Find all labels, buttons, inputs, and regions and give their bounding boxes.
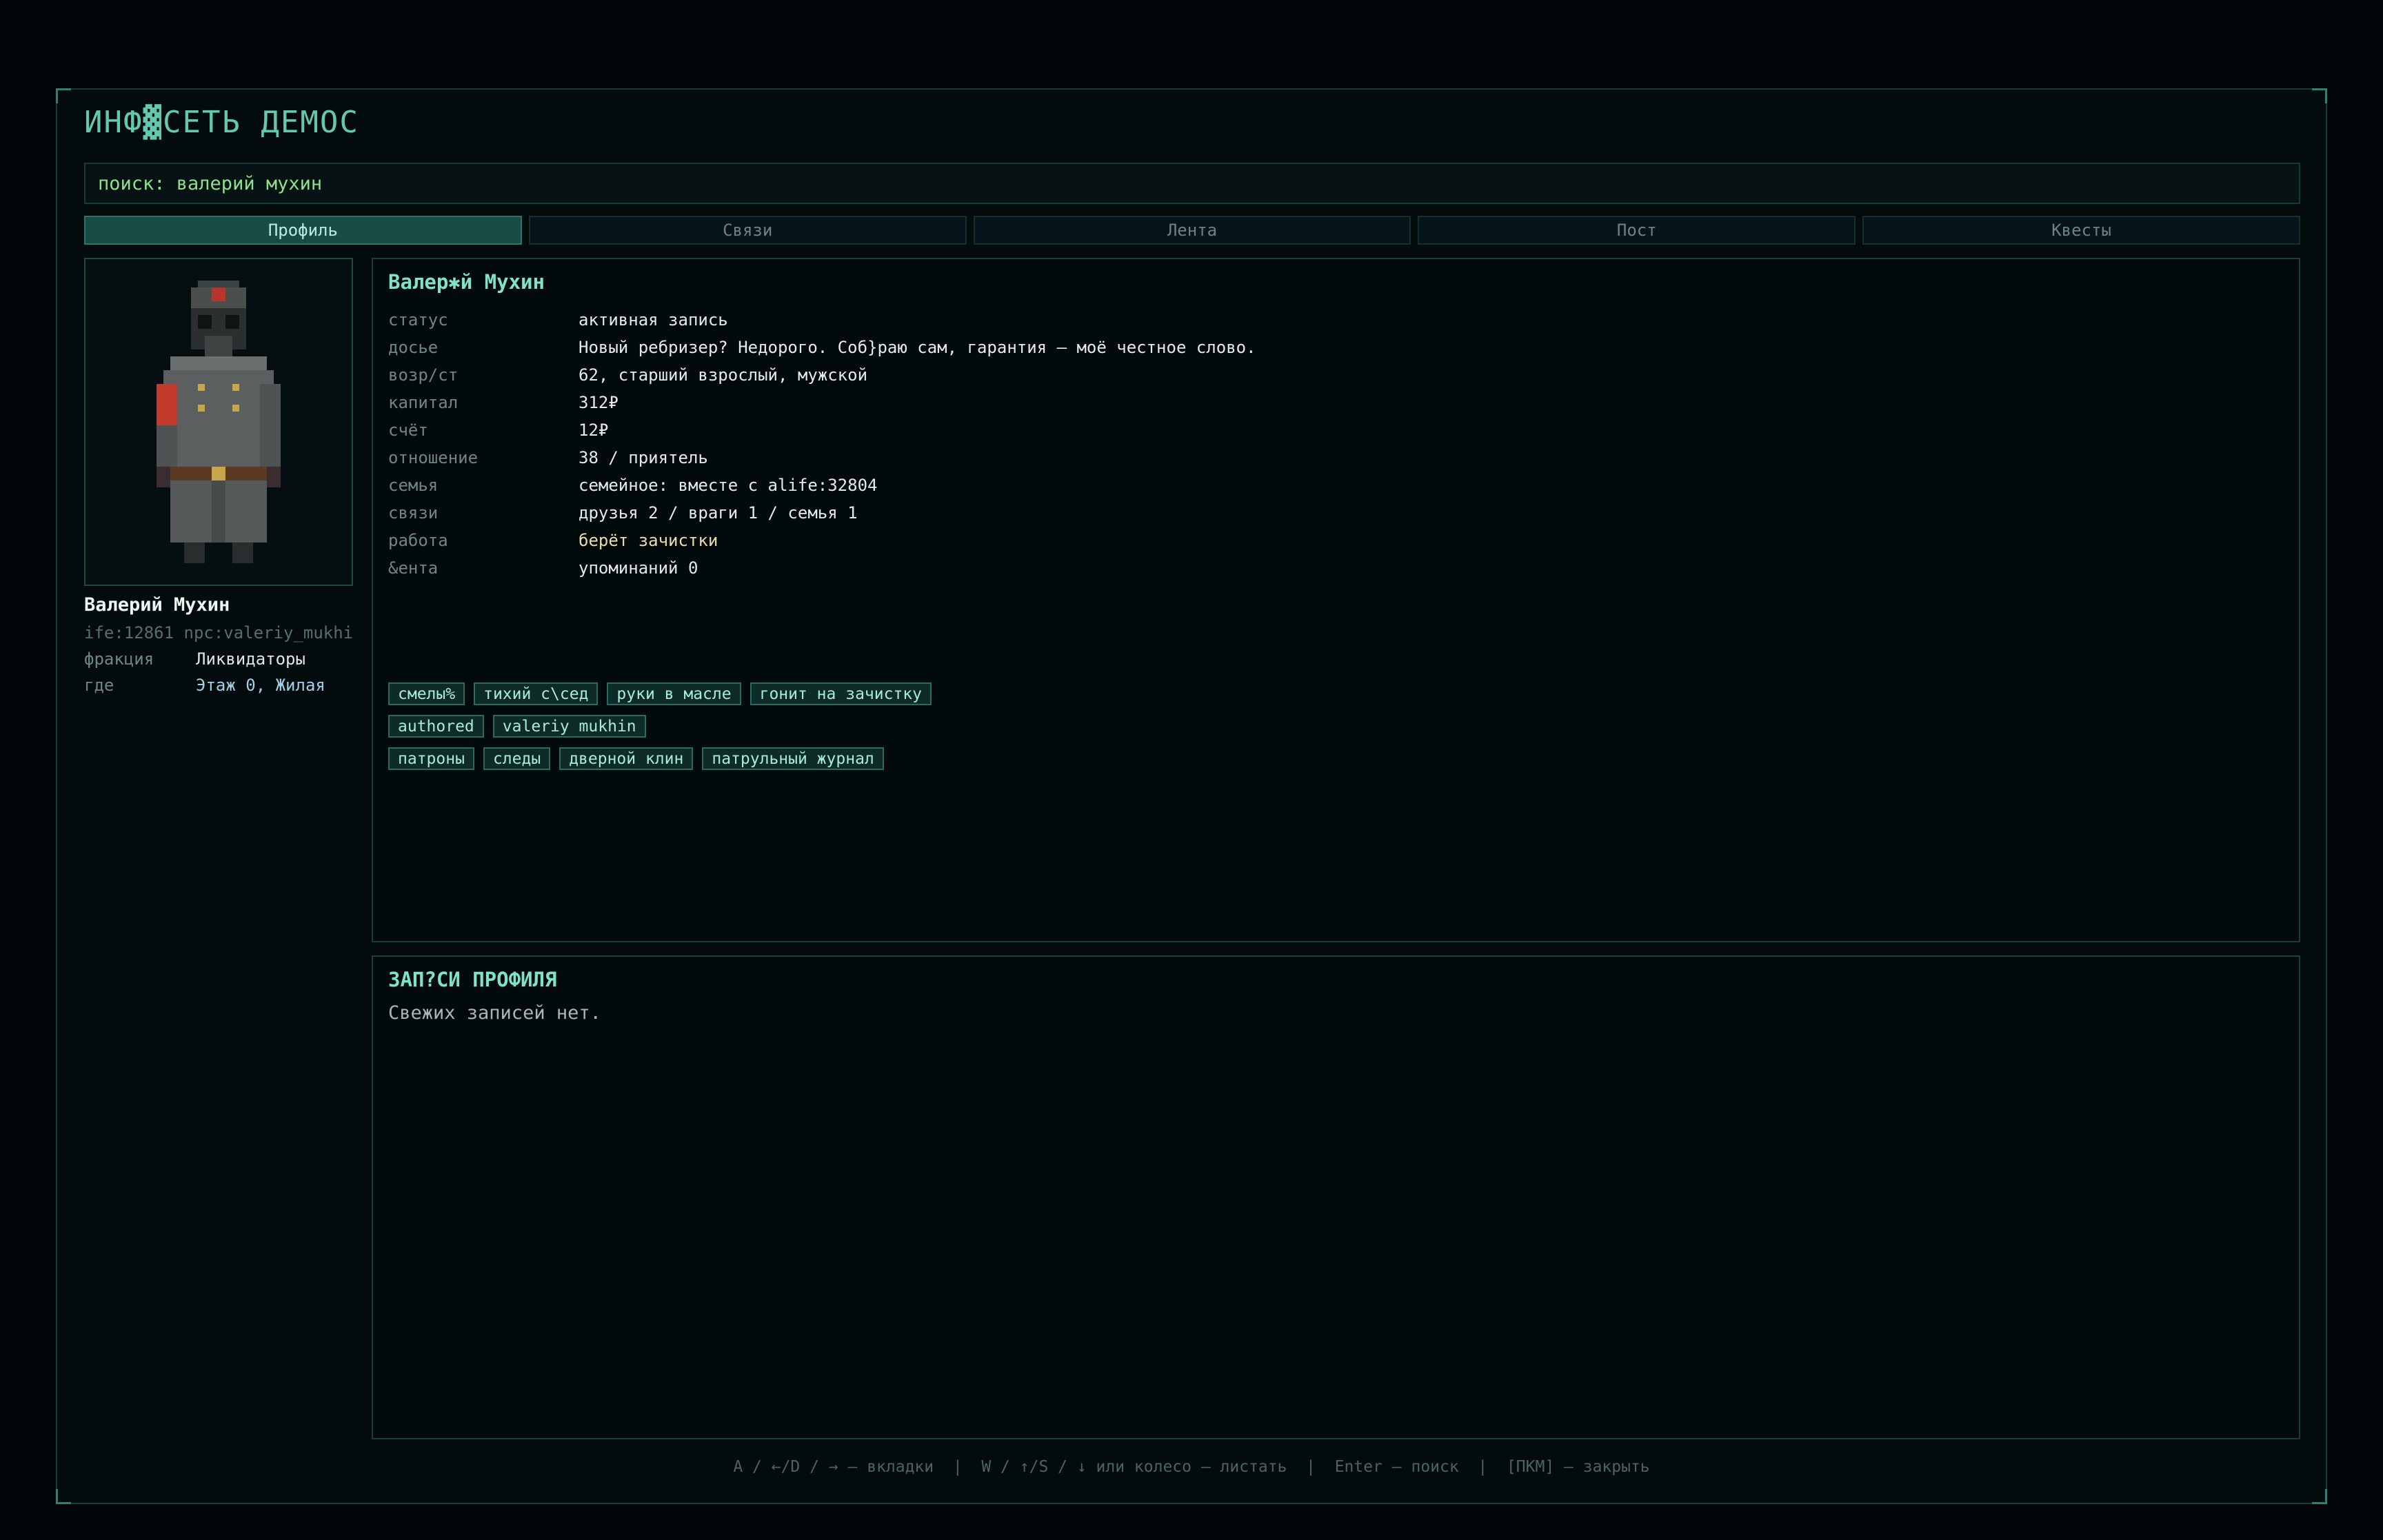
field-row: отношение 38 / приятель: [388, 444, 1256, 472]
soldier-gasmask-portrait-icon: [157, 281, 281, 563]
portrait: [84, 258, 353, 586]
field-value: 12₽: [579, 421, 609, 440]
location-row: где Этаж 0, Жилая: [84, 676, 325, 695]
app-title: ИНФ▓СЕТЬ ДЕМОС: [84, 105, 359, 140]
field-row: досье Новый ребризер? Недорого. Соб}раю с…: [388, 334, 1256, 361]
item-tag[interactable]: дверной клин: [559, 747, 694, 770]
profile-name: Валерий Мухин: [84, 594, 230, 616]
tab-profile[interactable]: Профиль: [84, 216, 522, 245]
profile-fields: статус активная запись досье Новый ребризе…: [388, 306, 1256, 582]
search-input[interactable]: поиск: валерий мухин: [84, 163, 2300, 204]
field-value: друзья 2 / враги 1 / семья 1: [579, 503, 858, 523]
location-label: где: [84, 676, 114, 695]
faction-label: фракция: [84, 649, 154, 669]
field-label: &ента: [388, 558, 439, 578]
item-tag[interactable]: следы: [483, 747, 551, 770]
field-value: Новый ребризер? Недорого. Соб}раю сам, г…: [579, 338, 1256, 357]
meta-tag[interactable]: authored: [388, 715, 484, 738]
tab-connections[interactable]: Связи: [528, 216, 967, 245]
tab-quests[interactable]: Квесты: [1862, 216, 2300, 245]
field-label: счёт: [388, 421, 428, 440]
field-label: семья: [388, 476, 439, 495]
field-label: статус: [388, 310, 448, 330]
faction-value: Ликвидаторы: [196, 649, 305, 669]
trait-tag[interactable]: руки в масле: [607, 682, 741, 705]
field-value: 62, старший взрослый, мужской: [579, 365, 868, 385]
notes-title: ЗАП?СИ ПРОФИЛЯ: [388, 968, 557, 991]
frame-corner: [2312, 1489, 2327, 1504]
controls-hint: A / ←/D / → — вкладки | W / ↑/S / ↓ или …: [733, 1458, 1650, 1476]
trait-tag[interactable]: смелы%: [388, 682, 465, 705]
field-row: семья семейное: вместе с alife:32804: [388, 472, 1256, 499]
meta-tag[interactable]: valeriy mukhin: [492, 715, 646, 738]
infonet-window: ИНФ▓СЕТЬ ДЕМОС поиск: валерий мухин Проф…: [56, 88, 2327, 1504]
frame-corner: [2312, 88, 2327, 103]
field-value: активная запись: [579, 310, 728, 330]
profile-title: Валер✱й Мухин: [388, 270, 545, 294]
field-label: отношение: [388, 448, 479, 467]
profile-notes-panel: ЗАП?СИ ПРОФИЛЯ Свежих записей нет.: [372, 955, 2300, 1439]
frame-corner: [56, 1489, 71, 1504]
tab-bar: Профиль Связи Лента Пост Квесты: [84, 216, 2300, 245]
item-tag[interactable]: патроны: [388, 747, 474, 770]
field-label: связи: [388, 503, 439, 523]
field-row: счёт 12₽: [388, 416, 1256, 444]
trait-tag[interactable]: тихий с\сед: [474, 682, 599, 705]
tag-list: смелы% тихий с\сед руки в масле гонит на…: [388, 682, 932, 780]
item-tag[interactable]: патрульный журнал: [702, 747, 884, 770]
trait-tag[interactable]: гонит на зачистку: [750, 682, 932, 705]
field-row: &ента упоминаний 0: [388, 554, 1256, 582]
profile-id: ife:12861 npc:valeriy_mukhi: [84, 623, 353, 642]
frame-corner: [56, 88, 71, 103]
field-value: семейное: вместе с alife:32804: [579, 476, 878, 495]
tab-post[interactable]: Пост: [1418, 216, 1856, 245]
field-value: упоминаний 0: [579, 558, 698, 578]
field-row: возр/ст 62, старший взрослый, мужской: [388, 361, 1256, 389]
field-row: капитал 312₽: [388, 389, 1256, 416]
notes-empty-text: Свежих записей нет.: [388, 1002, 601, 1024]
tab-feed[interactable]: Лента: [973, 216, 1411, 245]
field-label: капитал: [388, 393, 459, 412]
field-label: досье: [388, 338, 439, 357]
field-row: связи друзья 2 / враги 1 / семья 1: [388, 499, 1256, 527]
field-row: статус активная запись: [388, 306, 1256, 334]
field-label: возр/ст: [388, 365, 459, 385]
field-value: 38 / приятель: [579, 448, 708, 467]
field-label: работа: [388, 531, 448, 550]
field-value: 312₽: [579, 393, 619, 412]
faction-row: фракция Ликвидаторы: [84, 649, 305, 669]
field-row: работа берёт зачистки: [388, 527, 1256, 554]
profile-panel: Валер✱й Мухин статус активная запись дось…: [372, 258, 2300, 942]
field-value: берёт зачистки: [579, 531, 718, 550]
location-link[interactable]: Этаж 0, Жилая: [196, 676, 325, 695]
